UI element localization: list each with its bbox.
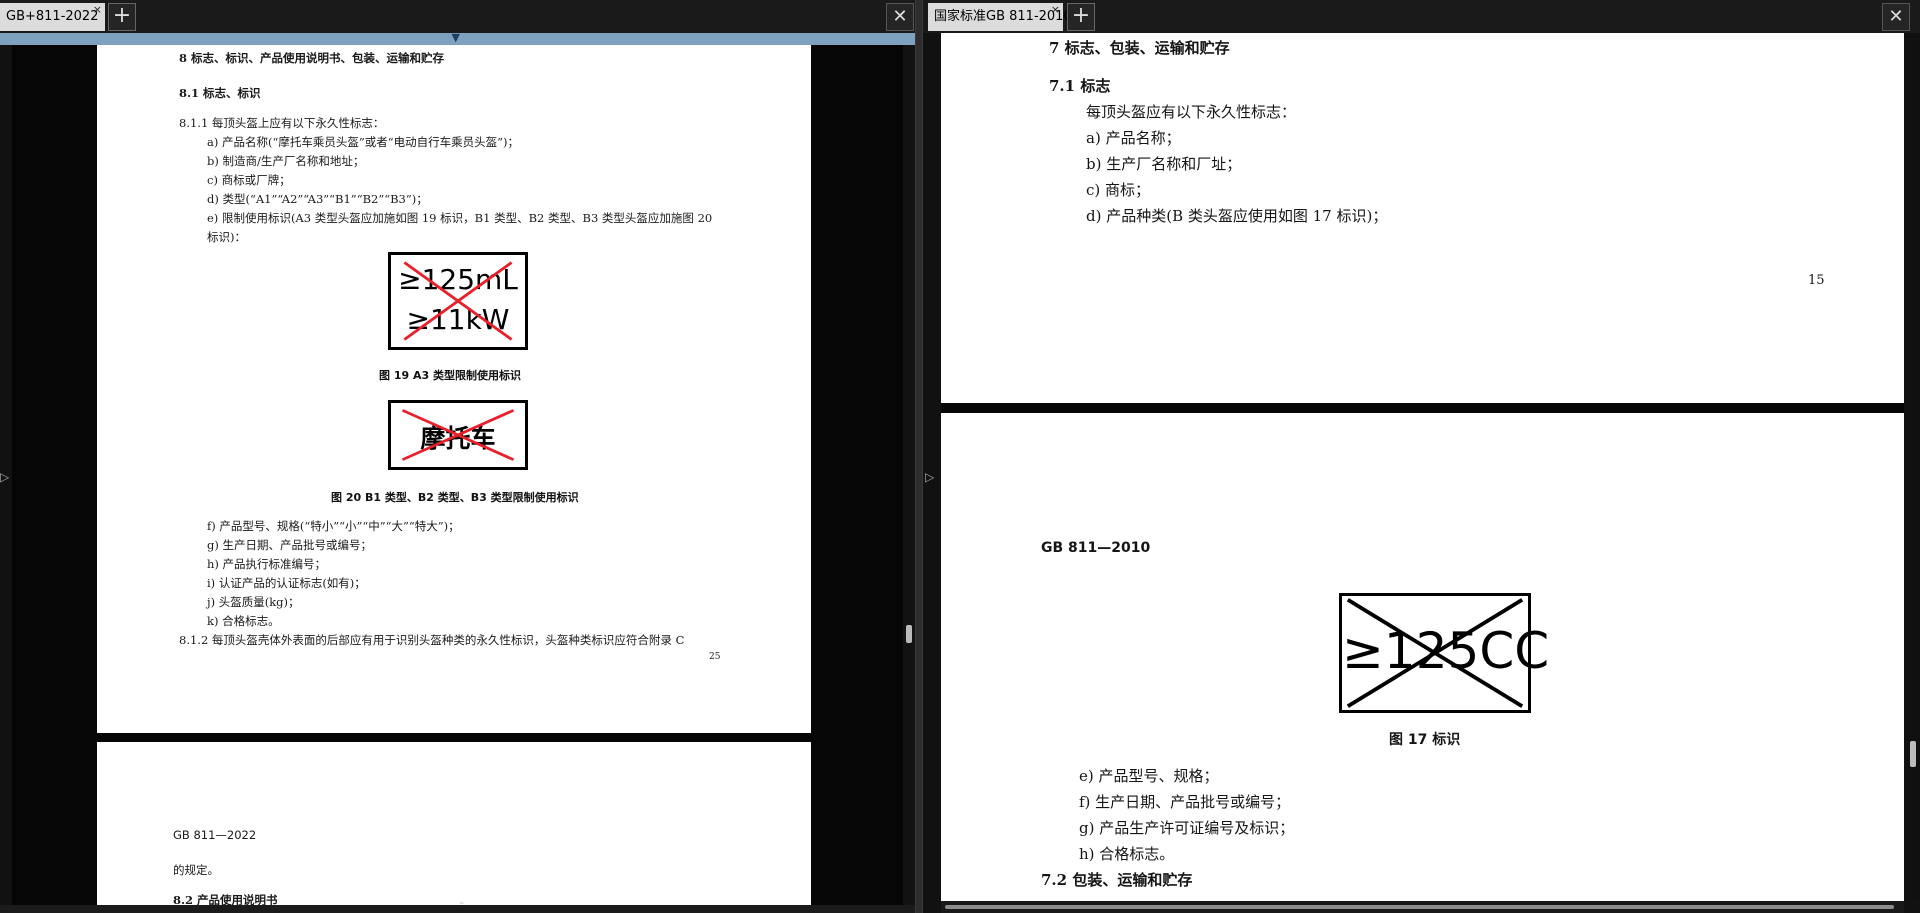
side-panel-toggle-icon[interactable]: ▷ bbox=[0, 470, 10, 484]
chevron-up-icon[interactable]: ⌃ bbox=[458, 901, 466, 912]
list-item: c) 商标； bbox=[1086, 181, 1151, 199]
list-item: e) 产品型号、规格； bbox=[1079, 767, 1219, 785]
side-panel-toggle-icon[interactable]: ▷ bbox=[925, 470, 935, 484]
scrollbar-thumb[interactable] bbox=[1910, 741, 1916, 767]
horizontal-scrollbar[interactable] bbox=[941, 901, 1904, 913]
section-heading: 7 标志、包装、运输和贮存 bbox=[1049, 39, 1230, 57]
right-tab-bar: 国家标准GB 811-2010 × + ✕ bbox=[923, 0, 1920, 33]
figure-17-sign: ≥125CC bbox=[1339, 593, 1549, 713]
right-document-canvas[interactable]: 7 标志、包装、运输和贮存 7.1 标志 每顶头盔应有以下永久性标志： a) 产… bbox=[941, 33, 1904, 905]
list-item: b) 制造商/生产厂名称和地址； bbox=[207, 154, 365, 168]
scrollbar-thumb[interactable] bbox=[906, 625, 912, 643]
cross-mark-icon bbox=[1346, 598, 1524, 708]
section-heading: 8.1 标志、标识 bbox=[179, 86, 261, 100]
section-heading: 8.2 产品使用说明书 bbox=[173, 893, 278, 905]
paragraph: 的规定。 bbox=[173, 863, 219, 877]
close-pane-button[interactable]: ✕ bbox=[886, 3, 914, 31]
list-item: f) 生产日期、产品批号或编号； bbox=[1079, 793, 1291, 811]
list-item: d) 产品种类(B 类头盔应使用如图 17 标识)； bbox=[1086, 207, 1388, 225]
left-tab-bar: GB+811-2022 × + ✕ bbox=[0, 0, 915, 33]
section-heading: 8 标志、标识、产品使用说明书、包装、运输和贮存 bbox=[179, 51, 445, 65]
bottom-toolbar-toggle[interactable]: ⌃ bbox=[0, 901, 915, 913]
page-header: GB 811—2022 bbox=[173, 828, 257, 842]
figure-20-sign: 摩托车 bbox=[388, 400, 528, 470]
figure-caption: 图 20 B1 类型、B2 类型、B3 类型限制使用标识 bbox=[331, 491, 579, 504]
list-item: d) 类型(“A1”“A2”“A3”“B1”“B2”“B3”)； bbox=[207, 192, 428, 206]
left-document-pane[interactable]: GB+811-2022 × + ✕ ▼ ▷ 8 标志、标识、产品使用说明书、包装… bbox=[0, 0, 915, 913]
section-heading: 7.2 包装、运输和贮存 bbox=[1041, 871, 1193, 889]
scrollbar-thumb[interactable] bbox=[945, 905, 1894, 909]
list-item: a) 产品名称(“摩托车乘员头盔”或者“电动自行车乘员头盔”)； bbox=[207, 135, 519, 149]
list-item: c) 商标或厂牌； bbox=[207, 173, 291, 187]
pane-splitter[interactable] bbox=[915, 0, 923, 913]
new-tab-button[interactable]: + bbox=[108, 3, 136, 31]
vertical-scrollbar[interactable] bbox=[903, 45, 915, 905]
list-item: 标识)： bbox=[207, 230, 246, 244]
tab-close-icon[interactable]: × bbox=[93, 0, 102, 24]
list-item: e) 限制使用标识(A3 类型头盔应加施如图 19 标识，B1 类型、B2 类型… bbox=[207, 211, 713, 225]
chevron-down-icon[interactable]: ▼ bbox=[452, 31, 460, 44]
list-item: k) 合格标志。 bbox=[207, 614, 280, 628]
list-item: j) 头盔质量(kg)； bbox=[207, 595, 300, 609]
left-document-canvas[interactable]: 8 标志、标识、产品使用说明书、包装、运输和贮存 8.1 标志、标识 8.1.1… bbox=[12, 45, 903, 905]
list-item: g) 生产日期、产品批号或编号； bbox=[207, 538, 373, 552]
new-tab-button[interactable]: + bbox=[1067, 3, 1095, 31]
paragraph: 8.1.2 每顶头盔壳体外表面的后部应有用于识别头盔种类的永久性标识，头盔种类标… bbox=[179, 633, 685, 647]
list-item: f) 产品型号、规格(“特小”“小”“中”“大”“特大”)； bbox=[207, 519, 460, 533]
right-document-pane[interactable]: 国家标准GB 811-2010 × + ✕ ▷ 7 标志、包装、运输和贮存 7.… bbox=[923, 0, 1920, 913]
document-page: GB 811—2010 ≥125CC 图 17 标识 e) 产品型号、规格； f… bbox=[941, 413, 1904, 905]
toolbar-toggle-strip[interactable]: ▼ bbox=[0, 31, 915, 45]
list-item: h) 合格标志。 bbox=[1079, 845, 1175, 863]
list-item: h) 产品执行标准编号； bbox=[207, 557, 327, 571]
close-pane-button[interactable]: ✕ bbox=[1882, 3, 1910, 31]
page-number: 15 bbox=[1808, 273, 1825, 288]
red-cross-icon bbox=[403, 261, 513, 341]
document-page: GB 811—2022 的规定。 8.2 产品使用说明书 bbox=[97, 742, 811, 905]
vertical-scrollbar[interactable] bbox=[1906, 33, 1920, 901]
tab-gb811-2022[interactable]: GB+811-2022 × bbox=[0, 3, 105, 31]
tab-gb811-2010[interactable]: 国家标准GB 811-2010 × bbox=[928, 0, 1072, 31]
list-item: i) 认证产品的认证标志(如有)； bbox=[207, 576, 366, 590]
figure-19-sign: ≥125mL ≥11kW bbox=[388, 252, 528, 350]
section-heading: 7.1 标志 bbox=[1049, 77, 1111, 95]
document-page: 7 标志、包装、运输和贮存 7.1 标志 每顶头盔应有以下永久性标志： a) 产… bbox=[941, 33, 1904, 403]
paragraph: 每顶头盔应有以下永久性标志： bbox=[1086, 103, 1297, 121]
figure-caption: 图 17 标识 bbox=[1389, 732, 1461, 748]
page-header: GB 811—2010 bbox=[1041, 540, 1151, 556]
paragraph: 8.1.1 每顶头盔上应有以下永久性标志： bbox=[179, 116, 385, 130]
figure-caption: 图 19 A3 类型限制使用标识 bbox=[379, 369, 521, 382]
tab-title: GB+811-2022 bbox=[6, 9, 99, 24]
list-item: a) 产品名称； bbox=[1086, 129, 1181, 147]
document-page: 8 标志、标识、产品使用说明书、包装、运输和贮存 8.1 标志、标识 8.1.1… bbox=[97, 45, 811, 733]
list-item: b) 生产厂名称和厂址； bbox=[1086, 155, 1242, 173]
page-number: 25 bbox=[709, 652, 721, 662]
tab-close-icon[interactable]: × bbox=[1051, 0, 1060, 24]
red-cross-icon bbox=[401, 409, 515, 461]
list-item: g) 产品生产许可证编号及标识； bbox=[1079, 819, 1295, 837]
pdf-viewer-app: GB+811-2022 × + ✕ ▼ ▷ 8 标志、标识、产品使用说明书、包装… bbox=[0, 0, 1920, 913]
